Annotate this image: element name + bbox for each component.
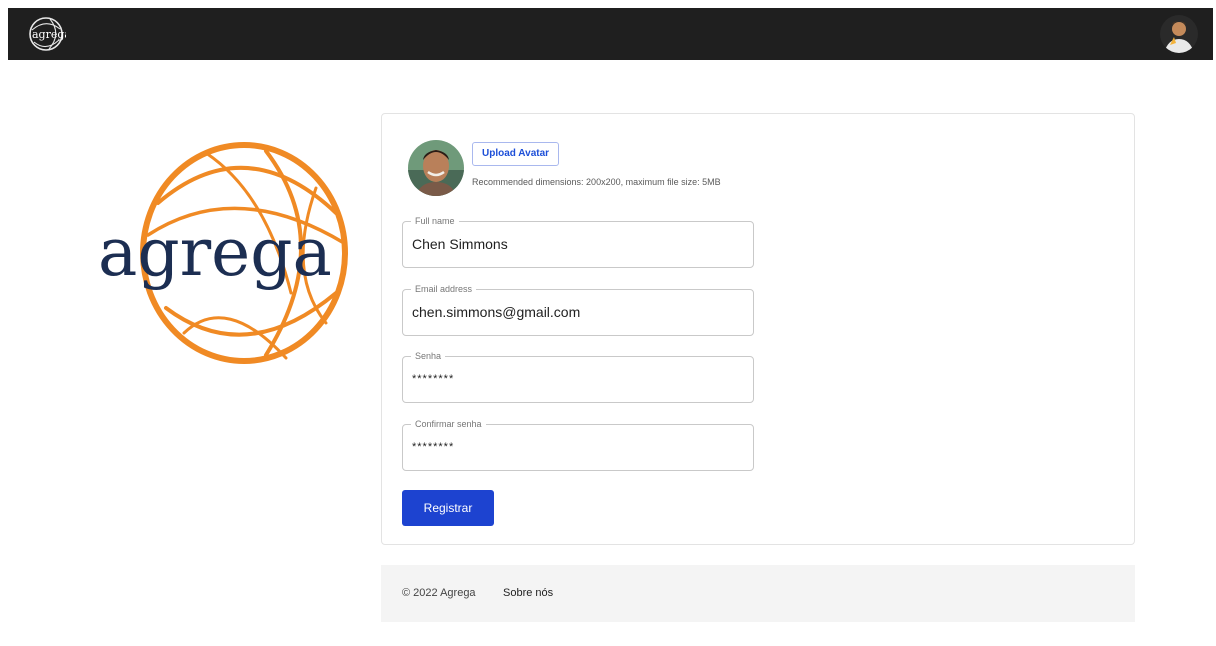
page-footer: © 2022 Agrega Sobre nós (381, 565, 1135, 622)
agrega-brand-logo: agrega (86, 133, 356, 373)
top-navbar: agrega (8, 8, 1213, 60)
registration-card: Upload Avatar Recommended dimensions: 20… (381, 113, 1135, 545)
avatar-upload-hint: Recommended dimensions: 200x200, maximum… (472, 177, 721, 187)
confirm-password-field[interactable]: Confirmar senha (402, 418, 754, 471)
svg-text:agrega: agrega (32, 28, 66, 41)
brand-logo-text: agrega (98, 214, 332, 291)
email-label: Email address (411, 283, 477, 295)
password-input[interactable] (412, 373, 742, 385)
full-name-input[interactable] (412, 236, 742, 252)
register-button[interactable]: Registrar (402, 490, 494, 526)
profile-avatar[interactable] (408, 140, 464, 196)
about-us-link[interactable]: Sobre nós (503, 587, 553, 599)
footer-copyright: © 2022 Agrega (402, 587, 476, 599)
full-name-label: Full name (411, 215, 459, 227)
confirm-password-label: Confirmar senha (411, 418, 486, 430)
confirm-password-input[interactable] (412, 441, 742, 453)
email-input[interactable] (412, 304, 742, 320)
agrega-logo-icon[interactable]: agrega (26, 14, 71, 54)
upload-avatar-button[interactable]: Upload Avatar (472, 142, 560, 166)
user-avatar-icon[interactable] (1160, 15, 1198, 53)
password-label: Senha (411, 350, 446, 362)
email-field[interactable]: Email address (402, 283, 754, 336)
password-field[interactable]: Senha (402, 350, 754, 403)
full-name-field[interactable]: Full name (402, 215, 754, 268)
page: agrega agrega (8, 8, 1213, 643)
